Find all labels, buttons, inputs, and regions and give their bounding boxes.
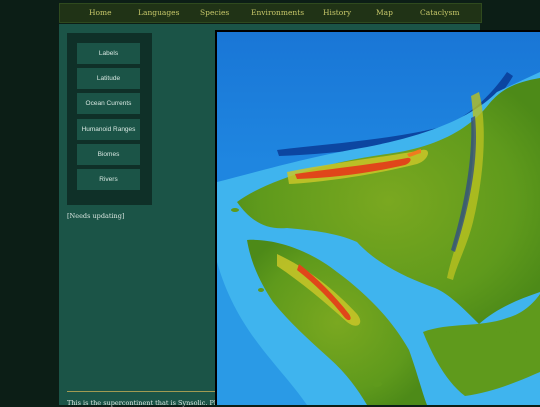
rivers-layer-button[interactable]: Rivers — [77, 169, 140, 190]
supercontinent-map-image — [217, 32, 540, 405]
ocean-currents-layer-button[interactable]: Ocean Currents — [77, 93, 140, 114]
biomes-layer-button[interactable]: Biomes — [77, 144, 140, 165]
nav-environments-link[interactable]: Environments — [251, 4, 304, 22]
map-layer-button-panel: Labels Latitude Ocean Currents Humanoid … — [67, 33, 152, 205]
labels-layer-button[interactable]: Labels — [77, 43, 140, 64]
latitude-layer-button[interactable]: Latitude — [77, 68, 140, 89]
nav-map-link[interactable]: Map — [376, 4, 393, 22]
world-map-viewer[interactable] — [215, 30, 540, 405]
nav-home-link[interactable]: Home — [89, 4, 112, 22]
needs-updating-note: [Needs updating] — [67, 212, 125, 220]
nav-history-link[interactable]: History — [323, 4, 351, 22]
nav-species-link[interactable]: Species — [200, 4, 229, 22]
section-divider — [67, 391, 217, 392]
nav-cataclysm-link[interactable]: Cataclysm — [420, 4, 460, 22]
humanoid-ranges-layer-button[interactable]: Humanoid Ranges — [77, 119, 140, 140]
nav-languages-link[interactable]: Languages — [138, 4, 179, 22]
top-nav-bar: Home Languages Species Environments Hist… — [59, 3, 482, 23]
map-description-text: This is the supercontinent that is Synso… — [67, 399, 217, 407]
